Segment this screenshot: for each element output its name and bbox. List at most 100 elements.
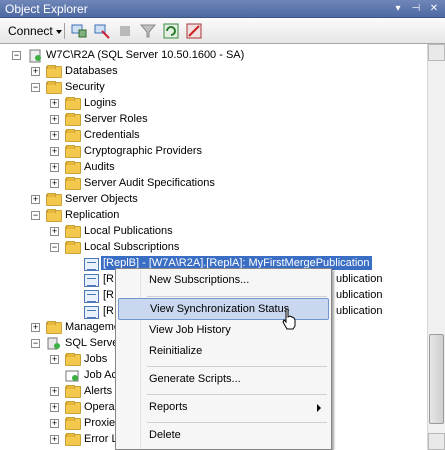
tree-label: Error L xyxy=(84,433,118,445)
tree-label: Server Roles xyxy=(84,113,148,125)
tree-label: Local Subscriptions xyxy=(84,241,180,253)
menu-separator xyxy=(147,366,327,367)
expand-icon[interactable]: + xyxy=(50,227,59,236)
filter-icon[interactable] xyxy=(139,22,157,40)
folder-icon xyxy=(65,97,81,110)
tree-label: Audits xyxy=(84,161,115,173)
menu-item-generate-scripts[interactable]: Generate Scripts... xyxy=(118,369,329,391)
tree-label: Security xyxy=(65,81,105,93)
collapse-icon[interactable]: − xyxy=(12,51,21,60)
folder-icon xyxy=(65,145,81,158)
expand-icon[interactable]: + xyxy=(50,131,59,140)
auto-hide-icon[interactable]: ⊣ xyxy=(409,1,423,16)
collapse-icon[interactable]: − xyxy=(31,83,40,92)
tree-label: Replication xyxy=(65,209,120,221)
expand-icon[interactable]: + xyxy=(31,67,40,76)
menu-item-label: Reports xyxy=(149,401,188,413)
scroll-down-arrow[interactable] xyxy=(428,433,445,450)
expand-icon[interactable]: + xyxy=(50,403,59,412)
folder-icon xyxy=(65,161,81,174)
connect-button[interactable]: Connect xyxy=(8,24,62,38)
expand-icon[interactable]: + xyxy=(50,435,59,444)
tree-label: Local Publications xyxy=(84,225,173,237)
menu-separator xyxy=(147,394,327,395)
sql-agent-icon xyxy=(47,337,60,350)
folder-icon xyxy=(65,417,81,430)
collapse-icon[interactable]: − xyxy=(50,243,59,252)
menu-item-delete[interactable]: Delete xyxy=(118,425,329,447)
folder-icon xyxy=(65,353,81,366)
tree-label: Manageme xyxy=(65,321,121,333)
expand-icon[interactable]: + xyxy=(50,355,59,364)
window-title: Object Explorer xyxy=(5,2,88,16)
pin-icon[interactable]: ▾ xyxy=(391,1,405,16)
expand-icon[interactable]: + xyxy=(50,419,59,428)
refresh-icon[interactable] xyxy=(162,22,180,40)
menu-item-label: View Synchronization Status xyxy=(150,303,290,315)
expand-icon[interactable]: + xyxy=(50,147,59,156)
collapse-icon[interactable]: − xyxy=(31,339,40,348)
folder-icon xyxy=(65,129,81,142)
menu-item-label: Delete xyxy=(149,429,181,441)
menu-item-view-sync-status[interactable]: View Synchronization Status xyxy=(118,298,329,320)
tree-label: [R xyxy=(103,289,114,301)
folder-icon xyxy=(65,385,81,398)
tree-label-server: W7C\R2A (SQL Server 10.50.1600 - SA) xyxy=(46,49,245,61)
chevron-down-icon xyxy=(55,29,62,34)
folder-icon xyxy=(65,433,81,446)
tree-label: Credentials xyxy=(84,129,140,141)
menu-item-label: View Job History xyxy=(149,324,231,336)
folder-icon xyxy=(65,225,81,238)
menu-item-new-subscriptions[interactable]: New Subscriptions... xyxy=(118,270,329,292)
folder-icon xyxy=(46,209,62,222)
tree-label: [R xyxy=(103,273,114,285)
context-menu: New Subscriptions... View Synchronizatio… xyxy=(115,268,332,450)
menu-item-reinitialize[interactable]: Reinitialize xyxy=(118,341,329,363)
register-icon[interactable] xyxy=(185,22,203,40)
tree-label: Server Audit Specifications xyxy=(84,177,215,189)
menu-item-view-job-history[interactable]: View Job History xyxy=(118,320,329,342)
toolbar: Connect xyxy=(0,18,445,44)
folder-icon xyxy=(65,401,81,414)
submenu-arrow-icon xyxy=(317,404,321,412)
vertical-scrollbar[interactable] xyxy=(427,44,445,450)
folder-icon xyxy=(46,65,62,78)
menu-separator xyxy=(147,296,327,297)
collapse-icon[interactable]: − xyxy=(31,211,40,220)
scrollbar-thumb[interactable] xyxy=(429,334,444,424)
expand-icon[interactable]: + xyxy=(50,115,59,124)
tree-label: Alerts xyxy=(84,385,113,397)
tree-node-server[interactable]: − W7C\R2A (SQL Server 10.50.1600 - SA) xyxy=(0,48,427,64)
expand-icon[interactable]: + xyxy=(50,163,59,172)
disconnect-icon[interactable] xyxy=(93,22,111,40)
connect-db-icon[interactable] xyxy=(70,22,88,40)
menu-item-label: Generate Scripts... xyxy=(149,373,241,385)
tree-label: Cryptographic Providers xyxy=(84,145,202,157)
tree-label: Job Ac xyxy=(84,369,118,381)
tree-label: Server Objects xyxy=(65,193,138,205)
menu-separator xyxy=(147,422,327,423)
expand-icon[interactable]: + xyxy=(50,387,59,396)
folder-icon xyxy=(65,113,81,126)
tree-label: Jobs xyxy=(84,353,108,365)
tree-label-tail: ublication xyxy=(336,305,383,317)
stop-icon xyxy=(120,26,130,36)
expand-icon[interactable]: + xyxy=(31,323,40,332)
subscription-icon xyxy=(84,274,99,287)
expand-icon[interactable]: + xyxy=(50,179,59,188)
menu-item-label: Reinitialize xyxy=(149,345,203,357)
tree-label: Proxie xyxy=(84,417,116,429)
tree-label: SQL Serve xyxy=(65,337,119,349)
menu-item-reports[interactable]: Reports xyxy=(118,397,329,419)
scroll-up-arrow[interactable] xyxy=(428,44,445,61)
hand-cursor-icon xyxy=(282,308,296,330)
subscription-icon xyxy=(84,290,99,303)
tree-label-tail: ublication xyxy=(336,289,383,301)
toolbar-separator xyxy=(64,23,65,39)
expand-icon[interactable]: + xyxy=(50,99,59,108)
folder-icon xyxy=(46,321,62,334)
tree-label: Databases xyxy=(65,65,118,77)
expand-icon[interactable]: + xyxy=(31,195,40,204)
close-icon[interactable]: ✕ xyxy=(427,1,441,16)
job-activity-icon xyxy=(65,370,79,382)
